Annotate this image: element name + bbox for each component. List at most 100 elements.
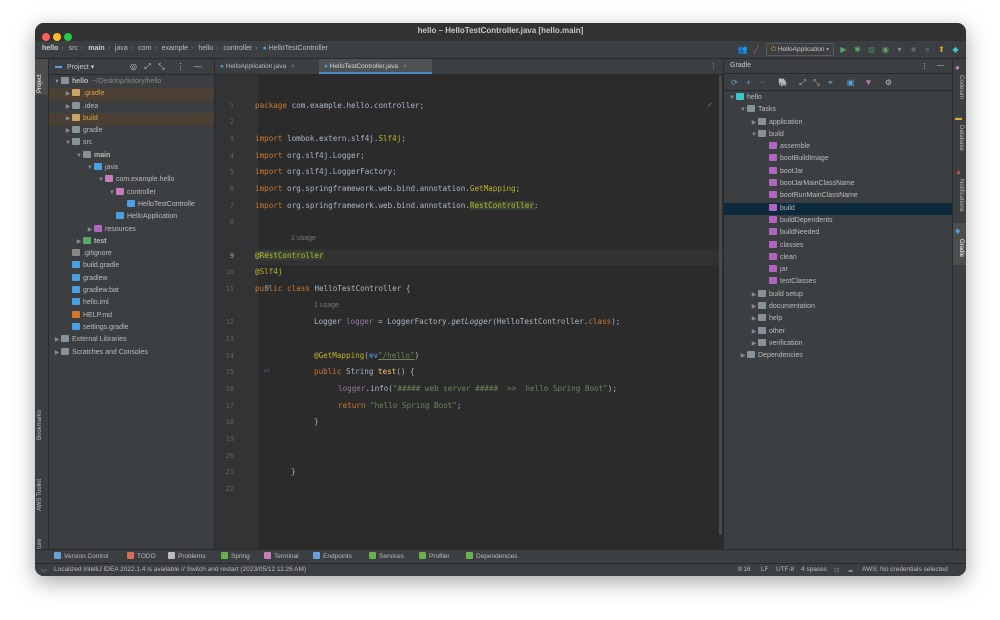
chevron-right-icon[interactable]: ▶ [750,117,758,129]
gradle-tree-item[interactable]: buildNeeded [724,227,952,239]
remove-icon[interactable]: − [758,78,767,87]
aws-toolkit-tool-button[interactable]: AWS Toolkit [37,479,43,511]
gradle-tree-item[interactable]: ▶ other [724,326,952,338]
chevron-down-icon[interactable]: ▼ [739,104,747,116]
usage-hint[interactable]: 1 usage [291,235,316,242]
profile-icon[interactable]: ◉ [881,45,890,54]
hide-icon[interactable]: — [193,62,202,71]
project-tree-item[interactable]: ▶ gradle [49,125,214,137]
search-icon[interactable]: ⌕ [923,45,932,54]
chevron-down-icon[interactable]: ▼ [728,92,736,104]
gradle-tree-item[interactable]: ▶ verification [724,338,952,350]
project-tree-item[interactable]: ▼ hello ~/Desktop/tistory/hello [49,76,214,88]
aws-status[interactable]: AWS: No credentials selected [862,566,948,573]
breadcrumb-item[interactable]: src [69,45,78,52]
notifications-tool-button[interactable]: Notifications [958,179,964,212]
project-tree-item[interactable]: .gitignore [49,248,214,260]
tool-terminal[interactable]: Terminal [264,552,299,560]
chevron-right-icon[interactable]: ▶ [64,88,72,100]
gradle-tree-item[interactable]: ▼ build [724,129,952,141]
coverage-icon[interactable]: ◎ [867,45,876,54]
project-tree-item[interactable]: ▼ java [49,162,214,174]
project-tree-item[interactable]: hello.iml [49,297,214,309]
project-tree-item[interactable]: ▼ src [49,137,214,149]
options-icon[interactable]: ⋮ [176,62,185,71]
spring-bean-icon[interactable]: ⚲ [265,284,270,292]
tab-hello-application[interactable]: ● HelloApplication.java × [215,59,323,74]
project-tree-item[interactable]: ▶ .idea [49,101,214,113]
diagram-icon[interactable]: ▣ [846,78,855,87]
run-icon[interactable]: ▶ [839,45,848,54]
panel-toggle-icon[interactable]: ▭ [41,566,47,574]
reload-icon[interactable]: ⟳ [730,78,739,87]
update-icon[interactable]: ⬆ [937,45,946,54]
gradle-tree-item[interactable]: assemble [724,141,952,153]
gradle-tree-item[interactable]: bootJar [724,166,952,178]
hammer-icon[interactable]: ╱ [752,45,761,54]
bean-gutter-icon[interactable]: ⚲ [265,251,269,258]
breadcrumb-item[interactable]: controller [223,45,252,52]
tool-version-control[interactable]: Version Control [54,552,108,560]
chevron-down-icon[interactable]: ▼ [97,174,105,186]
execute-task-icon[interactable]: 🐘 [778,78,788,87]
project-tree-item[interactable]: settings.gradle [49,322,214,334]
tool-endpoints[interactable]: Endpoints [313,552,352,560]
more-run-icon[interactable]: ▾ [895,45,904,54]
project-tree-item[interactable]: ▶ test [49,236,214,248]
gradle-tree-item[interactable]: ▶ documentation [724,301,952,313]
project-tree-item[interactable]: ▶ .gradle [49,88,214,101]
jetbrains-icon[interactable]: ◆ [951,45,960,54]
collapse-all-icon[interactable]: ⤡ [812,78,821,87]
project-tree-item[interactable]: HelloTestControlle [49,199,214,211]
debug-icon[interactable]: ✱ [853,45,862,54]
gradle-tool-button[interactable]: Gradle [958,239,964,257]
gradle-tree-item[interactable]: classes [724,240,952,252]
close-tab-icon[interactable]: × [403,63,407,70]
gradle-tree-item[interactable]: ▼ Tasks [724,104,952,116]
project-tree-item[interactable]: gradlew [49,273,214,285]
project-tool-button[interactable]: Project [37,74,43,93]
project-tree-item[interactable]: ▶ build [49,112,214,126]
project-tree-item[interactable]: HelloApplication [49,211,214,223]
project-tree-item[interactable]: ▼ com.example.hello [49,174,214,186]
breadcrumb-item[interactable]: java [115,45,128,52]
tool-problems[interactable]: Problems [168,552,205,560]
chevron-right-icon[interactable]: ▶ [64,113,72,125]
close-tab-icon[interactable]: × [291,63,295,70]
hide-icon[interactable]: — [937,62,944,69]
caret-position[interactable]: 9:16 [738,566,751,573]
tool-profiler[interactable]: Profiler [419,552,450,560]
database-tool-button[interactable]: Database [958,125,964,151]
indent-setting[interactable]: 4 spaces [801,566,827,573]
lock-icon[interactable]: ⊡ [834,566,839,574]
chevron-right-icon[interactable]: ▶ [739,350,747,362]
chevron-right-icon[interactable]: ▶ [53,334,61,346]
gradle-tree-item[interactable]: ▼ hello [724,92,952,104]
usage-hint[interactable]: 1 usage [314,302,339,309]
gradle-tree-item[interactable]: bootRunMainClassName [724,190,952,202]
project-view-select[interactable]: Project ▾ [67,63,94,71]
expand-all-icon[interactable]: ⤢ [798,78,807,87]
editor-scrollbar[interactable] [719,75,722,549]
project-tree-item[interactable]: HELP.md [49,310,214,322]
gradle-tree-item[interactable]: bootJarMainClassName [724,178,952,190]
target-icon[interactable]: ◎ [129,62,138,71]
bookmarks-tool-button[interactable]: Bookmarks [37,410,43,440]
project-tree-item[interactable]: ▶ Scratches and Consoles [49,347,214,359]
globe-icon[interactable]: ⊕∨ [369,351,378,360]
endpoint-gutter-icon[interactable]: ▭ [264,367,270,374]
chevron-down-icon[interactable]: ▼ [64,137,72,149]
gradle-tree-item[interactable]: ▶ help [724,313,952,325]
gradle-tree-item[interactable]: ▶ Dependencies [724,350,952,362]
tab-options-icon[interactable]: ⋮ [710,62,717,70]
collapse-all-icon[interactable]: ⤡ [157,62,166,71]
breadcrumb-item[interactable]: com [138,45,151,52]
add-icon[interactable]: + [744,78,753,87]
gradle-tree-item[interactable]: clean [724,252,952,264]
chevron-right-icon[interactable]: ▶ [64,125,72,137]
expand-all-icon[interactable]: ⤢ [143,62,152,71]
project-tree-item[interactable]: build.gradle [49,260,214,272]
chevron-right-icon[interactable]: ▶ [750,326,758,338]
project-tree-item[interactable]: gradlew.bat [49,285,214,297]
user-icon[interactable]: 👥 [738,45,748,54]
